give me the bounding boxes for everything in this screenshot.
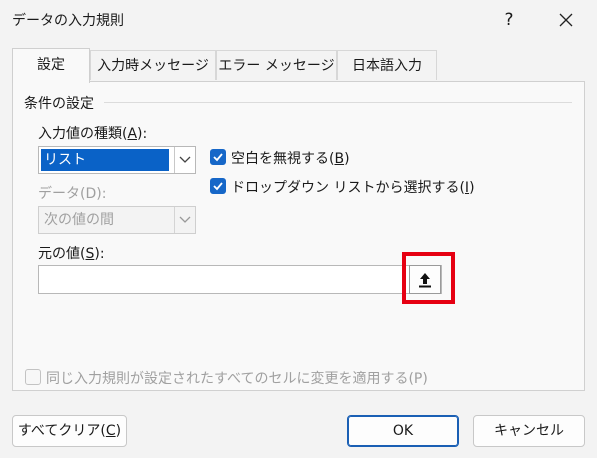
tab-ime-mode[interactable]: 日本語入力 (337, 50, 437, 80)
title-bar: データの入力規則 ? (0, 0, 597, 40)
source-label: 元の値(S): (38, 246, 105, 262)
tab-error-alert[interactable]: エラー メッセージ (216, 50, 337, 80)
checkmark-icon (213, 153, 223, 162)
ok-button[interactable]: OK (347, 415, 459, 447)
window-title: データの入力規則 (12, 13, 124, 29)
collapse-dialog-button[interactable] (409, 265, 441, 294)
tab-settings[interactable]: 設定 (12, 48, 90, 83)
group-divider (104, 102, 572, 103)
apply-all-label: 同じ入力規則が設定されたすべてのセルに変更を適用する(P) (46, 371, 428, 387)
group-title: 条件の設定 (24, 96, 94, 112)
data-label: データ(D): (38, 186, 107, 202)
close-button[interactable] (551, 6, 581, 34)
ignore-blank-checkbox[interactable] (210, 149, 226, 165)
range-select-icon (419, 272, 431, 287)
chevron-down-icon (174, 147, 195, 173)
cancel-button[interactable]: キャンセル (473, 415, 585, 447)
checkmark-icon (213, 182, 223, 191)
chevron-down-icon (174, 207, 195, 233)
data-select-value: 次の値の間 (44, 212, 114, 228)
allow-label: 入力値の種類(A): (38, 126, 148, 142)
source-input[interactable] (38, 265, 442, 294)
allow-select-value: リスト (41, 149, 169, 171)
ignore-blank-label[interactable]: 空白を無視する(B) (231, 148, 350, 168)
apply-all-checkbox[interactable] (25, 369, 41, 385)
data-select[interactable]: 次の値の間 (38, 206, 196, 234)
in-cell-dropdown-label[interactable]: ドロップダウン リストから選択する(I) (231, 177, 475, 197)
help-button[interactable]: ? (494, 6, 524, 34)
tab-input-message[interactable]: 入力時メッセージ (90, 50, 216, 80)
allow-select[interactable]: リスト (38, 146, 196, 174)
close-icon (559, 13, 573, 27)
in-cell-dropdown-checkbox[interactable] (210, 178, 226, 194)
clear-all-button[interactable]: すべてクリア(C) (12, 415, 127, 447)
